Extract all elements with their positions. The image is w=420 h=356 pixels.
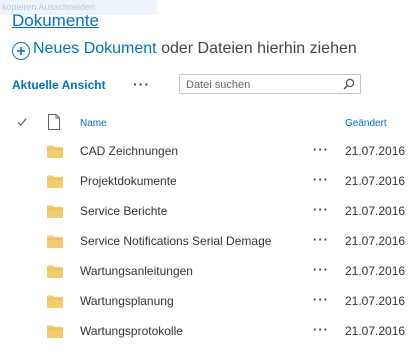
folder-icon <box>47 145 63 158</box>
list-item[interactable]: CAD Zeichnungen ··· 21.07.2016 <box>0 137 420 167</box>
folder-name-link[interactable]: Service Berichte <box>80 204 167 218</box>
item-more-ellipsis-icon[interactable]: ··· <box>313 202 329 217</box>
list-item[interactable]: Wartungsplanung ··· 21.07.2016 <box>0 287 420 317</box>
folder-name-link[interactable]: Service Notifications Serial Demage <box>80 234 271 248</box>
item-more-ellipsis-icon[interactable]: ··· <box>313 232 329 247</box>
folder-icon <box>47 235 63 248</box>
list-item[interactable]: Wartungsprotokolle ··· 21.07.2016 <box>0 317 420 347</box>
folder-icon <box>47 265 63 278</box>
item-more-ellipsis-icon[interactable]: ··· <box>313 322 329 337</box>
folder-icon <box>47 175 63 188</box>
item-more-ellipsis-icon[interactable]: ··· <box>313 262 329 277</box>
modified-date: 21.07.2016 <box>345 174 406 188</box>
search-icon[interactable] <box>343 78 355 90</box>
column-header-modified[interactable]: Geändert <box>345 118 387 129</box>
modified-date: 21.07.2016 <box>345 294 406 308</box>
list-item[interactable]: Service Notifications Serial Demage ··· … <box>0 227 420 257</box>
folder-name-link[interactable]: Wartungsplanung <box>80 294 174 308</box>
search-box <box>179 74 361 94</box>
folder-icon <box>47 205 63 218</box>
item-more-ellipsis-icon[interactable]: ··· <box>313 172 329 187</box>
view-more-ellipsis-icon[interactable]: ··· <box>133 76 150 92</box>
modified-date: 21.07.2016 <box>345 144 406 158</box>
folder-name-link[interactable]: CAD Zeichnungen <box>80 144 178 158</box>
list-item[interactable]: Service Berichte ··· 21.07.2016 <box>0 197 420 227</box>
folder-name-link[interactable]: Projektdokumente <box>80 174 177 188</box>
library-title-link[interactable]: Dokumente <box>12 11 99 31</box>
current-view-selector[interactable]: Aktuelle Ansicht <box>12 78 106 92</box>
folder-name-link[interactable]: Wartungsprotokolle <box>80 324 183 338</box>
item-more-ellipsis-icon[interactable]: ··· <box>313 292 329 307</box>
new-document-row: Neues Dokument oder Dateien hierhin zieh… <box>12 40 357 60</box>
folder-name-link[interactable]: Wartungsanleitungen <box>80 264 193 278</box>
drop-hint-text: oder Dateien hierhin ziehen <box>156 40 357 57</box>
modified-date: 21.07.2016 <box>345 234 406 248</box>
list-item[interactable]: Projektdokumente ··· 21.07.2016 <box>0 167 420 197</box>
list-item[interactable]: Wartungsanleitungen ··· 21.07.2016 <box>0 257 420 287</box>
folder-icon <box>47 295 63 308</box>
modified-date: 21.07.2016 <box>345 324 406 338</box>
document-type-icon <box>48 114 60 130</box>
column-header-name[interactable]: Name <box>80 118 107 129</box>
folder-icon <box>47 325 63 338</box>
search-input[interactable] <box>180 76 336 94</box>
modified-date: 21.07.2016 <box>345 264 406 278</box>
item-more-ellipsis-icon[interactable]: ··· <box>313 142 329 157</box>
select-all-check-icon[interactable] <box>17 117 27 127</box>
plus-icon[interactable] <box>12 42 30 60</box>
new-document-link[interactable]: Neues Dokument <box>33 40 157 57</box>
modified-date: 21.07.2016 <box>345 204 406 218</box>
